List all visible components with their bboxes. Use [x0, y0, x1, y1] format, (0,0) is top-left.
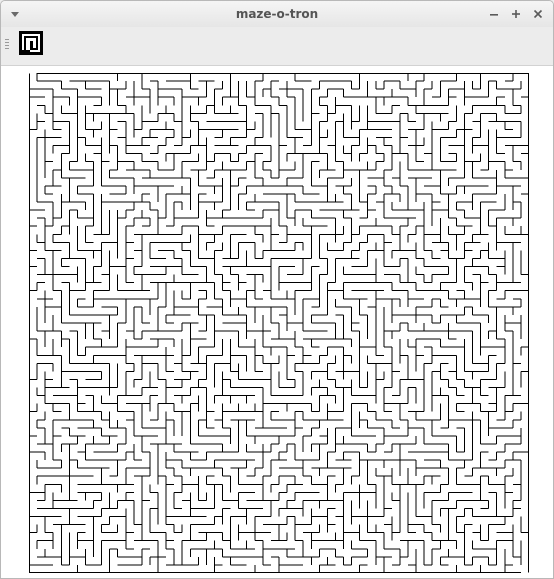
- maximize-button[interactable]: [507, 5, 525, 23]
- minimize-icon: [490, 14, 498, 16]
- maze-walls: [29, 73, 529, 573]
- grip-icon[interactable]: [5, 39, 9, 51]
- window-title: maze-o-tron: [235, 7, 319, 21]
- app-window: maze-o-tron: [0, 0, 554, 579]
- close-icon: [533, 9, 543, 19]
- toolbar: [1, 27, 553, 66]
- maze-logo-icon[interactable]: [19, 31, 43, 55]
- maze-canvas[interactable]: [1, 66, 553, 578]
- maze-grid: [29, 73, 529, 573]
- window-controls: [485, 5, 547, 23]
- title-bar[interactable]: maze-o-tron: [1, 1, 553, 27]
- maximize-icon: [512, 10, 520, 18]
- close-button[interactable]: [529, 5, 547, 23]
- minimize-button[interactable]: [485, 5, 503, 23]
